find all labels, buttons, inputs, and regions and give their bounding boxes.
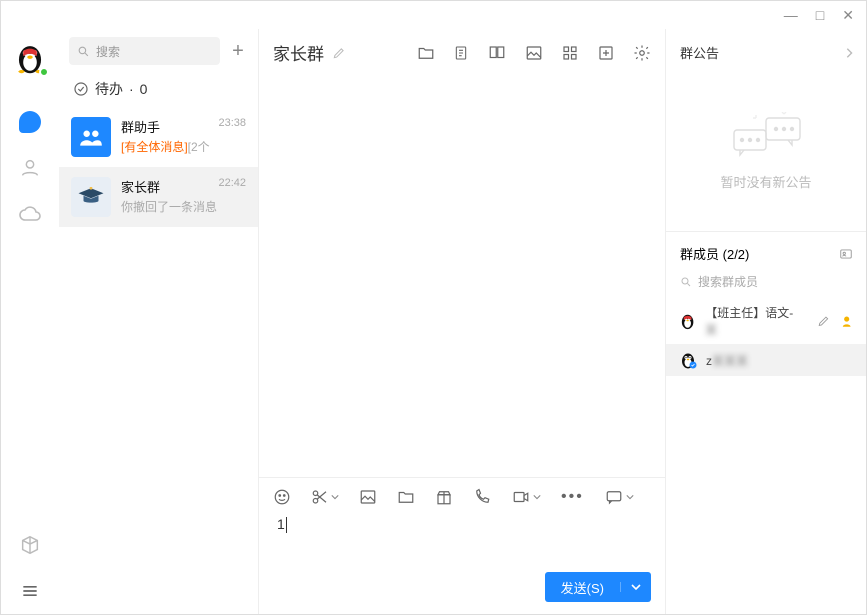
send-dropdown[interactable] [620, 582, 651, 592]
folder-icon [417, 44, 435, 62]
close-button[interactable]: ✕ [842, 8, 854, 22]
todo-count: 0 [140, 81, 148, 97]
image-icon [359, 488, 377, 506]
nav-apps[interactable] [17, 532, 43, 558]
chevron-right-icon [844, 47, 854, 59]
announcement-empty: 暂时没有新公告 [666, 72, 866, 232]
more-button[interactable]: ••• [561, 488, 584, 506]
video-icon [511, 488, 531, 506]
message-input[interactable]: 1 [259, 512, 665, 572]
member-row[interactable]: z某某某 [666, 344, 866, 376]
chat-history-icon [604, 488, 624, 506]
phone-icon [473, 488, 491, 506]
gear-icon [633, 44, 651, 62]
chat-title: 家长群 [273, 40, 324, 65]
search-input[interactable]: 搜索 [69, 37, 220, 65]
nav-menu[interactable] [17, 578, 43, 604]
conversation-name: 家长群 [121, 177, 160, 196]
pencil-icon[interactable] [817, 314, 830, 328]
members-search[interactable]: 搜索群成员 [666, 269, 866, 298]
conversation-time: 22:42 [218, 177, 246, 196]
penguin-icon [678, 350, 698, 370]
folder-button[interactable] [417, 44, 435, 62]
members-header: 群成员 (2/2) [666, 232, 866, 269]
grid-icon [561, 44, 579, 62]
gift-icon [435, 488, 453, 506]
conversation-preview: 你撤回了一条消息 [121, 198, 246, 215]
window-controls: — □ ✕ [1, 1, 866, 29]
chevron-down-icon [331, 493, 339, 501]
conversation-list: 搜索 + 待办 · 0 群助手 23:38 [有全体消息][2个 [59, 29, 259, 614]
card-icon[interactable] [838, 247, 854, 261]
right-panel: 群公告 暂时没有新公告 群成员 (2/2) 搜索群成员 【班主任】语文-某 [666, 29, 866, 614]
maximize-button[interactable]: □ [816, 8, 824, 22]
chat-bubbles-icon [726, 112, 806, 162]
conversation-time: 23:38 [218, 117, 246, 136]
history-button[interactable] [604, 488, 634, 506]
contact-icon [19, 157, 41, 179]
edit-title-button[interactable] [332, 46, 346, 60]
document-icon [453, 44, 469, 62]
emoji-button[interactable] [273, 488, 291, 506]
invite-button[interactable] [597, 44, 615, 62]
user-avatar[interactable] [13, 41, 47, 75]
image-icon [525, 44, 543, 62]
video-button[interactable] [511, 488, 541, 506]
search-icon [680, 276, 692, 288]
grid-button[interactable] [561, 44, 579, 62]
announcement-header[interactable]: 群公告 [666, 29, 866, 72]
book-icon [487, 44, 507, 62]
nav-messages[interactable] [17, 109, 43, 135]
pencil-icon [332, 46, 346, 60]
search-icon [77, 45, 90, 58]
input-toolbar: ••• [259, 477, 665, 512]
conversation-name: 群助手 [121, 117, 160, 136]
settings-button[interactable] [633, 44, 651, 62]
todo-row[interactable]: 待办 · 0 [59, 71, 258, 107]
todo-label: 待办 [95, 79, 123, 99]
conversation-item[interactable]: 家长群 22:42 你撤回了一条消息 [59, 167, 258, 227]
gift-button[interactable] [435, 488, 453, 506]
scissors-icon [311, 488, 329, 506]
conversation-preview: [有全体消息][2个 [121, 138, 246, 155]
smiley-icon [273, 488, 291, 506]
message-area [259, 77, 665, 477]
send-button[interactable]: 发送(S) [545, 572, 651, 602]
add-button[interactable]: + [228, 40, 248, 63]
plus-square-icon [597, 44, 615, 62]
search-placeholder: 搜索 [96, 43, 120, 60]
nav-contacts[interactable] [17, 155, 43, 181]
doc-button[interactable] [453, 44, 469, 62]
album-button[interactable] [487, 44, 507, 62]
member-row[interactable]: 【班主任】语文-某 [666, 298, 866, 344]
chevron-down-icon [626, 493, 634, 501]
group-assistant-avatar [71, 117, 111, 157]
people-icon [78, 124, 104, 150]
conversation-item[interactable]: 群助手 23:38 [有全体消息][2个 [59, 107, 258, 167]
cloud-icon [18, 202, 42, 226]
hamburger-icon [20, 581, 40, 601]
call-button[interactable] [473, 488, 491, 506]
image-button[interactable] [525, 44, 543, 62]
chevron-down-icon [631, 582, 641, 592]
screenshot-button[interactable] [311, 488, 339, 506]
text-caret [286, 517, 287, 533]
send-image-button[interactable] [359, 488, 377, 506]
chevron-down-icon [533, 493, 541, 501]
folder-icon [397, 488, 415, 506]
check-circle-icon [73, 81, 89, 97]
minimize-button[interactable]: — [784, 8, 798, 22]
status-online-icon [39, 67, 49, 77]
penguin-icon [678, 311, 697, 331]
chat-panel: 家长群 ••• [259, 29, 666, 614]
chat-header: 家长群 [259, 29, 665, 77]
owner-badge-icon [839, 313, 854, 329]
send-file-button[interactable] [397, 488, 415, 506]
cube-icon [19, 534, 41, 556]
group-avatar [71, 177, 111, 217]
graduation-cap-icon [76, 182, 106, 212]
nav-rail [1, 29, 59, 614]
nav-cloud[interactable] [17, 201, 43, 227]
